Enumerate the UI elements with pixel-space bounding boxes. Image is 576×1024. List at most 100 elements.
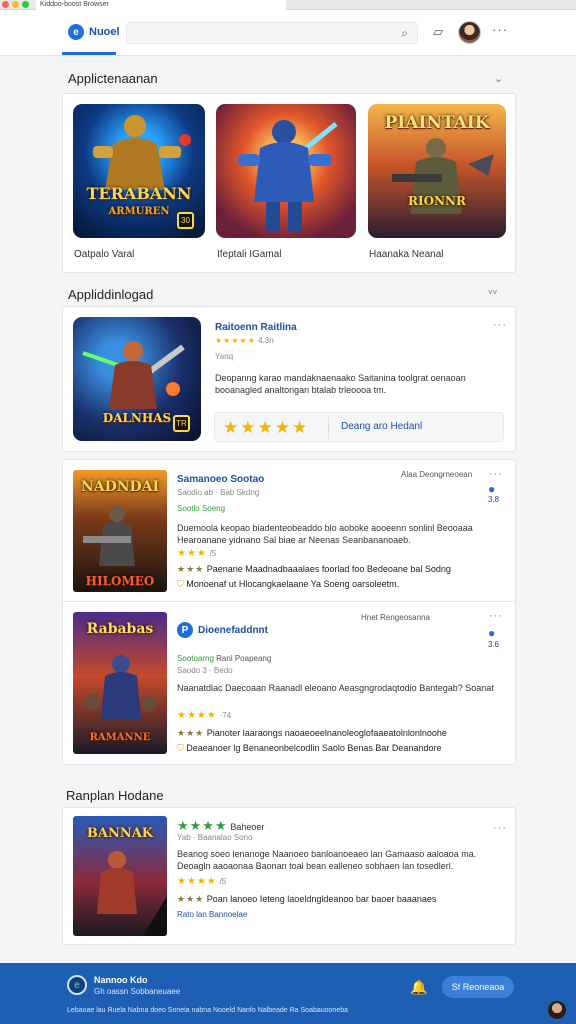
bell-icon[interactable]: 🔔	[410, 979, 427, 996]
popular-hero-figure	[97, 851, 167, 936]
chat-bubble-icon[interactable]: ●	[488, 626, 495, 640]
minimize-window-icon[interactable]	[12, 1, 19, 8]
featured-app-name[interactable]: Raitoenn Raitlina	[215, 322, 297, 333]
rate-bar: ★★★★★ Deang aro Hedanl	[214, 412, 504, 442]
browser-tab[interactable]: Kiddoo-boost Browser	[36, 0, 286, 10]
maximize-window-icon[interactable]	[22, 1, 29, 8]
popular-foot[interactable]: Rato lan Bannoelae	[177, 910, 247, 919]
popular-green-stars: ★★★★	[177, 818, 228, 833]
app-logo-icon: P	[177, 622, 193, 638]
apps-grid-card: TERABANN ARMUREN 30 Oatpalo Varal Ifepta…	[62, 93, 516, 273]
list-item-1-review-stars: ★★★	[177, 564, 205, 574]
game-art-3[interactable]: PIAINTAIK RIONNR	[368, 104, 506, 238]
section-title-popular: Ranplan Hodane	[66, 788, 164, 803]
list-item-1-top-right: Alaa Deongrneoean	[401, 470, 473, 479]
game-art-2[interactable]	[216, 104, 356, 238]
list-item-2-score: ·74	[219, 711, 232, 720]
section2-chevron[interactable]: ˅˅	[488, 288, 497, 297]
featured-art[interactable]: DALNHAS TR	[73, 317, 201, 441]
popular-art[interactable]: BANNAK	[73, 816, 167, 936]
game-label-2[interactable]: Ifeptali IGamal	[217, 249, 281, 260]
game-art-1[interactable]: TERABANN ARMUREN 30	[73, 104, 205, 238]
list-item-1-foot: ⛉ Monoenaf ut Hlocangkaelaane Ya Soeng o…	[177, 579, 399, 590]
close-window-icon[interactable]	[2, 1, 9, 8]
list-item-2-name[interactable]: Dioenefaddnnt	[198, 625, 268, 636]
list-item-2-review-text: Pianoter laaraongs naoaeoeelnanoleoglofa…	[206, 728, 447, 738]
list-item-2-top-right: Hnet Rengeosanna	[361, 613, 430, 622]
notes-icon[interactable]: ▱	[433, 24, 443, 40]
popular-review-text: Poan lanoeo Ieteng laoeldngldeanoo bar b…	[206, 894, 437, 904]
list-item-2-foot: ⛉ Deaeanoer lg Benaneonbelcodlin Saolo B…	[177, 743, 441, 754]
popular-review: ★★★ Poan lanoeo Ieteng laoeldngldeanoo b…	[177, 894, 507, 905]
shield-icon: ⛉	[177, 579, 184, 589]
list-item-2-tag: Ranl Poapeang	[216, 654, 272, 663]
window-controls	[2, 1, 29, 8]
hero-figure-2	[238, 120, 338, 232]
footer-action-button[interactable]: Sf Reoneaoa	[442, 976, 514, 998]
rate-divider	[328, 417, 329, 439]
featured-score: 4.3n	[258, 336, 274, 345]
featured-meta: Yanq	[215, 352, 234, 361]
list-art-2-subtitle: RAMANNE	[89, 732, 151, 743]
featured-more-icon[interactable]: ···	[493, 319, 507, 331]
list-item-2-header: P Dioenefaddnnt	[177, 622, 268, 638]
popular-header: ★★★★ Baheoer	[177, 818, 264, 834]
game-label-3[interactable]: Haanaka Neanal	[369, 249, 444, 260]
list-item-2-description: Naanatdlac Daecoaan Raanadl eleoano Aeas…	[177, 683, 494, 693]
search-icon[interactable]: ⌕	[401, 26, 408, 41]
section-title-downloaded: Appliddinlogad	[68, 287, 154, 302]
list-item-1-name[interactable]: Samanoeo Sootao	[177, 474, 264, 485]
rate-action-button[interactable]: Deang aro Hedanl	[341, 421, 422, 432]
footer-bar: e Nannoo Kdo Gh oassn Sobbaneuaee 🔔 Sf R…	[0, 963, 576, 1024]
footer-links[interactable]: Lebaoae lau Ruela Nabna doeo Soneia nabn…	[67, 1007, 348, 1014]
list-item-1-score: /5	[209, 549, 217, 558]
list-divider	[63, 601, 515, 602]
hero-figure-3	[392, 138, 494, 214]
list-item-1-more-icon[interactable]: ···	[489, 468, 503, 480]
footer-title: Nannoo Kdo	[94, 975, 148, 985]
footer-subtitle: Gh oassn Sobbaneuaee	[94, 987, 181, 996]
popular-score: /5	[219, 877, 227, 886]
popular-description: Beanog soeo lenanoge Naanoeo banloanoeae…	[177, 849, 477, 871]
search-input[interactable]: ⌕	[126, 22, 418, 44]
top-navigation-bar: e Nuoel ⌕ ▱ ···	[0, 10, 576, 56]
app-list-card: NADNDAI HILOMEO Samanoeo Sootao Saodio a…	[62, 459, 516, 765]
featured-art-badge: TR	[173, 415, 190, 432]
footer-logo-icon[interactable]: e	[67, 975, 87, 995]
list-item-2-foot-text: Deaeanoer lg Benaneonbelcodlin Saolo Ben…	[186, 743, 442, 753]
featured-description: Deopanng karao mandaknaenaako Saitanina …	[215, 373, 466, 395]
list-item-1-sub: Saodio ab · Bab Skdng	[177, 488, 260, 497]
shield-icon: ⛉	[177, 743, 184, 753]
user-avatar[interactable]	[458, 21, 481, 44]
app-logo[interactable]: e Nuoel	[68, 24, 120, 40]
popular-rating: ★★★★ /5	[177, 876, 226, 887]
list-art-2[interactable]: Rababas RAMANNE	[73, 612, 167, 754]
more-options-icon[interactable]: ···	[492, 22, 508, 37]
list-art-1-subtitle: HILOMEO	[85, 574, 155, 588]
list-item-2-more-icon[interactable]: ···	[489, 610, 503, 622]
list-item-2-rating: ★★★★ ·74	[177, 710, 231, 721]
popular-name[interactable]: Baheoer	[230, 822, 264, 832]
popular-app-card: BANNAK ★★★★ Baheoer Yab · Baanalao Sono …	[62, 807, 516, 945]
game-label-1[interactable]: Oatpalo Varal	[74, 249, 134, 260]
list-art-1[interactable]: NADNDAI HILOMEO	[73, 470, 167, 592]
list-item-2-review: ★★★ Pianoter laaraongs naoaeoeelnanoleog…	[177, 728, 507, 739]
list-item-1-review: ★★★ Paenane Maadnadbaaalaes foorlad foo …	[177, 564, 507, 575]
list-item-2-status: Sootoarng	[177, 654, 214, 663]
list-item-1-rating: ★★★ /5	[177, 548, 216, 559]
popular-review-stars: ★★★	[177, 894, 205, 904]
featured-stars: ★★★★★	[215, 336, 256, 345]
rate-stars[interactable]: ★★★★★	[223, 418, 309, 438]
chat-bubble-icon[interactable]: ●	[488, 482, 495, 496]
footer-avatar[interactable]	[548, 1001, 566, 1019]
logo-text: Nuoel	[89, 26, 120, 38]
active-tab-underline	[62, 52, 116, 55]
game-art-1-badge: 30	[177, 212, 194, 229]
game-art-3-subtitle: RIONNR	[408, 194, 466, 208]
list-item-1-stars: ★★★	[177, 548, 207, 559]
list-item-1-chat-count: 3.8	[488, 495, 500, 504]
list-item-1-review-text: Paenane Maadnadbaaalaes foorlad foo Bede…	[206, 564, 451, 574]
popular-more-icon[interactable]: ···	[493, 822, 507, 834]
list-item-1-foot-text: Monoenaf ut Hlocangkaelaane Ya Soeng oar…	[186, 579, 400, 589]
chevron-down-icon[interactable]: ⌄	[494, 72, 503, 85]
